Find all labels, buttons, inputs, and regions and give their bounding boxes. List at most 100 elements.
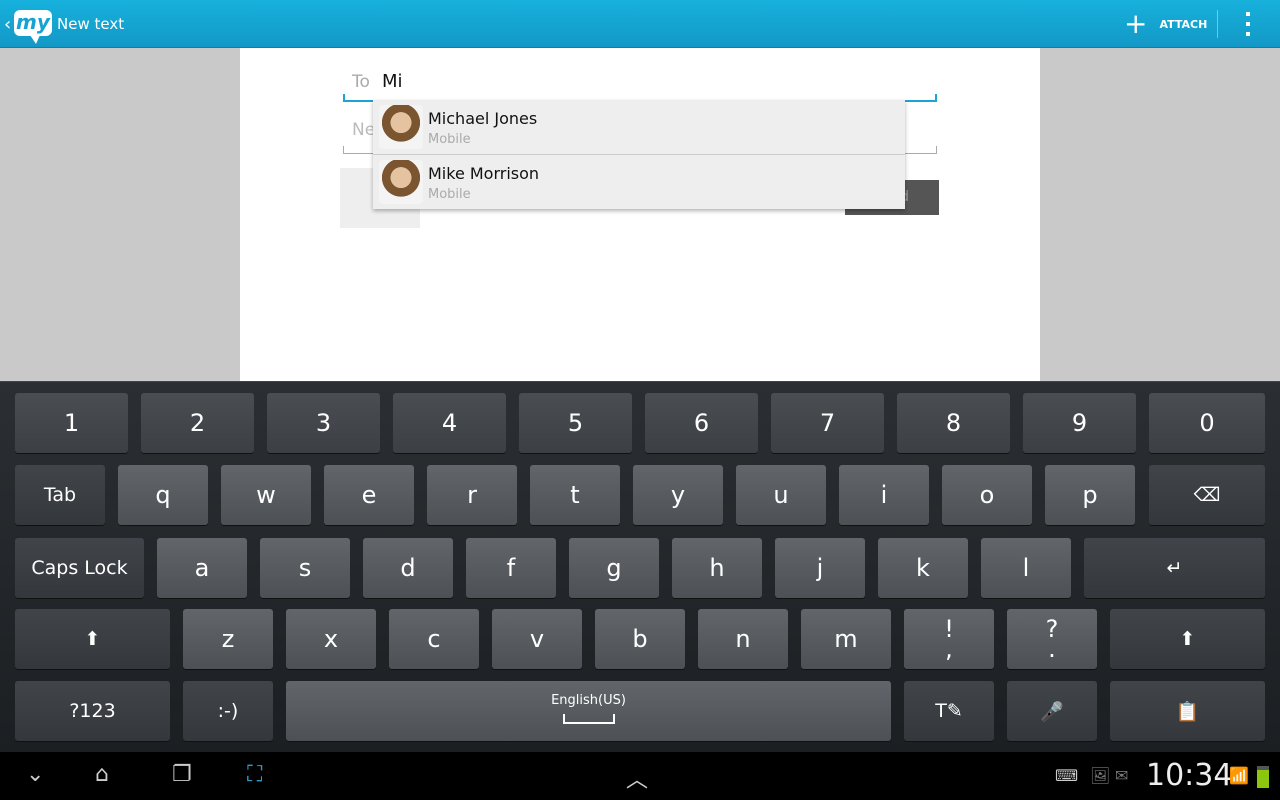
key-label: t: [570, 481, 580, 509]
hide-keyboard-icon[interactable]: ⌄: [26, 762, 44, 787]
key-label: Tab: [43, 484, 77, 506]
key-f[interactable]: f: [466, 538, 556, 598]
keyboard-icon: ⌨: [1055, 766, 1079, 785]
key-label: q: [155, 481, 171, 509]
key-label: T✎: [935, 700, 963, 722]
key-i[interactable]: i: [839, 465, 929, 525]
key-label: English(US): [551, 693, 626, 708]
key-label: 0: [1199, 409, 1215, 437]
key-label: x: [323, 625, 339, 653]
key-o[interactable]: o: [942, 465, 1032, 525]
key-label: 1: [63, 409, 80, 437]
key-0[interactable]: 0: [1149, 393, 1265, 453]
key-label: ⌫: [1193, 484, 1221, 506]
wifi-icon: 📶: [1229, 766, 1249, 785]
key-label: r: [467, 481, 477, 509]
compose-panel: To Mi Ne d: [240, 48, 1040, 381]
key-d[interactable]: d: [363, 538, 453, 598]
key-l[interactable]: l: [981, 538, 1071, 598]
key-label: ⬆: [1179, 628, 1196, 650]
key-r[interactable]: r: [427, 465, 517, 525]
key-5[interactable]: 5: [519, 393, 632, 453]
app-logo[interactable]: my: [14, 10, 52, 44]
key-shift[interactable]: ⬆: [15, 609, 170, 669]
avatar: [379, 105, 423, 149]
message-input[interactable]: Ne: [352, 120, 375, 140]
page-title: New text: [57, 15, 125, 33]
key-7[interactable]: 7: [771, 393, 884, 453]
key-backspace[interactable]: ⌫: [1149, 465, 1265, 525]
key-question-period[interactable]: ? .: [1007, 609, 1097, 669]
key-n[interactable]: n: [698, 609, 788, 669]
key-label: ⬆: [84, 628, 101, 650]
key-label: 🎤: [1040, 700, 1064, 723]
key-microphone[interactable]: 🎤: [1007, 681, 1097, 741]
key-6[interactable]: 6: [645, 393, 758, 453]
key-space[interactable]: English(US): [286, 681, 891, 741]
key-handwriting[interactable]: T✎: [904, 681, 994, 741]
back-chevron-icon[interactable]: ‹: [4, 14, 11, 35]
key-label: o: [979, 481, 995, 509]
contact-number-type: Mobile: [428, 187, 471, 202]
key-t[interactable]: t: [530, 465, 620, 525]
contact-suggestions: Michael Jones Mobile Mike Morrison Mobil…: [373, 100, 905, 209]
key-g[interactable]: g: [569, 538, 659, 598]
key-label: 7: [819, 409, 836, 437]
plus-icon: +: [1124, 7, 1148, 40]
key-4[interactable]: 4: [393, 393, 506, 453]
suggestion-item[interactable]: Mike Morrison Mobile: [373, 154, 905, 208]
key-clipboard[interactable]: 📋: [1110, 681, 1265, 741]
key-c[interactable]: c: [389, 609, 479, 669]
key-h[interactable]: h: [672, 538, 762, 598]
key-q[interactable]: q: [118, 465, 208, 525]
key-tab[interactable]: Tab: [15, 465, 105, 525]
key-3[interactable]: 3: [267, 393, 380, 453]
to-input[interactable]: Mi: [382, 71, 403, 92]
logo-text: my: [16, 10, 50, 34]
key-m[interactable]: m: [801, 609, 891, 669]
key-9[interactable]: 9: [1023, 393, 1136, 453]
key-e[interactable]: e: [324, 465, 414, 525]
key-label: e: [361, 481, 377, 509]
screenshot-icon[interactable]: ⛶: [247, 762, 262, 787]
suggestion-item[interactable]: Michael Jones Mobile: [373, 100, 905, 154]
chevron-up-icon[interactable]: ︿: [626, 762, 648, 794]
key-k[interactable]: k: [878, 538, 968, 598]
key-caps-lock[interactable]: Caps Lock: [15, 538, 144, 598]
key-w[interactable]: w: [221, 465, 311, 525]
key-label: d: [400, 554, 416, 582]
home-icon[interactable]: ⌂: [95, 762, 109, 787]
key-label: Caps Lock: [31, 557, 128, 579]
key-j[interactable]: j: [775, 538, 865, 598]
key-y[interactable]: y: [633, 465, 723, 525]
key-b[interactable]: b: [595, 609, 685, 669]
key-s[interactable]: s: [260, 538, 350, 598]
key-v[interactable]: v: [492, 609, 582, 669]
key-label: l: [1022, 554, 1030, 582]
overflow-menu-icon[interactable]: [1238, 12, 1258, 36]
key-2[interactable]: 2: [141, 393, 254, 453]
attach-label: ATTACH: [1159, 17, 1208, 31]
key-label: ↵: [1166, 557, 1183, 579]
key-label: m: [834, 625, 858, 653]
key-label: j: [816, 554, 824, 582]
key-label: g: [606, 554, 622, 582]
recent-apps-icon[interactable]: ❐: [172, 762, 192, 787]
key-x[interactable]: x: [286, 609, 376, 669]
key-smiley[interactable]: :-): [183, 681, 273, 741]
key-shift[interactable]: ⬆: [1110, 609, 1265, 669]
key-exclaim-comma[interactable]: ! ,: [904, 609, 994, 669]
key-p[interactable]: p: [1045, 465, 1135, 525]
key-symbols[interactable]: ?123: [15, 681, 170, 741]
attach-button[interactable]: + ATTACH: [1124, 7, 1219, 40]
key-label: u: [773, 481, 789, 509]
key-8[interactable]: 8: [897, 393, 1010, 453]
key-enter[interactable]: ↵: [1084, 538, 1265, 598]
key-label: ! ,: [944, 615, 954, 663]
key-1[interactable]: 1: [15, 393, 128, 453]
key-label: p: [1082, 481, 1098, 509]
key-a[interactable]: a: [157, 538, 247, 598]
key-z[interactable]: z: [183, 609, 273, 669]
key-u[interactable]: u: [736, 465, 826, 525]
soft-keyboard: 1 2 3 4 5 6 7 8 9 0 Tab q w e r t y u i o p ⌫ Caps Lock a s d f g h j…: [0, 381, 1280, 752]
